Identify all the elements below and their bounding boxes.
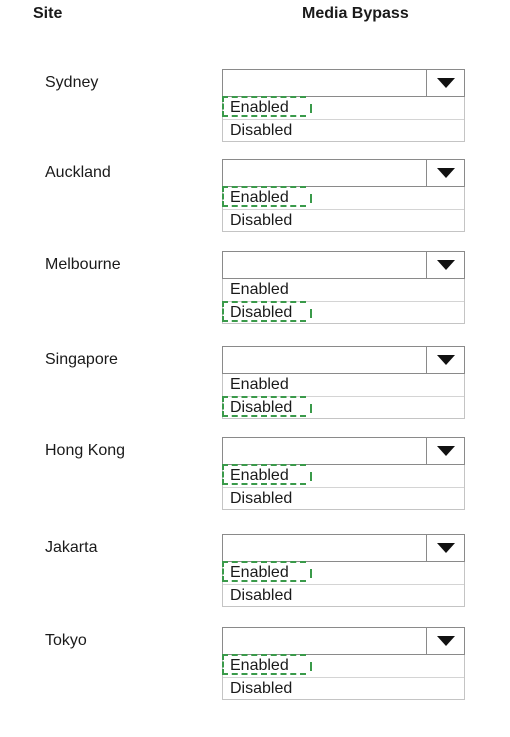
option-label: Enabled — [230, 99, 289, 116]
media-bypass-dropdown[interactable]: Enabled Disabled — [222, 346, 465, 419]
site-label: Sydney — [45, 74, 99, 91]
dropdown-arrow-button[interactable] — [426, 70, 464, 96]
option-label: Enabled — [230, 467, 289, 484]
dropdown-field[interactable] — [222, 534, 465, 562]
dropdown-option-enabled[interactable]: Enabled — [222, 464, 464, 487]
dropdown-field[interactable] — [222, 627, 465, 655]
dropdown-arrow-button[interactable] — [426, 160, 464, 186]
dropdown-options: Enabled Disabled — [222, 464, 465, 510]
dropdown-option-disabled[interactable]: Disabled — [223, 119, 464, 141]
triangle-down-icon — [437, 355, 455, 365]
dropdown-field[interactable] — [222, 437, 465, 465]
selected-answer-marker-edge — [310, 194, 312, 203]
dropdown-options: Enabled Disabled — [222, 186, 465, 232]
selected-answer-marker-edge — [310, 662, 312, 671]
dropdown-options: Enabled Disabled — [222, 96, 465, 142]
triangle-down-icon — [437, 636, 455, 646]
dropdown-arrow-button[interactable] — [426, 438, 464, 464]
option-label: Disabled — [230, 304, 293, 321]
option-label: Enabled — [230, 564, 289, 581]
option-label: Disabled — [230, 399, 293, 416]
site-label: Tokyo — [45, 632, 87, 649]
dropdown-option-enabled[interactable]: Enabled — [222, 654, 464, 677]
selected-answer-marker-edge — [310, 569, 312, 578]
selected-answer-marker-edge — [310, 472, 312, 481]
dropdown-arrow-button[interactable] — [426, 535, 464, 561]
option-label: Enabled — [230, 281, 289, 298]
dropdown-option-enabled[interactable]: Enabled — [222, 561, 464, 584]
dropdown-option-disabled[interactable]: Disabled — [223, 584, 464, 606]
dropdown-field[interactable] — [222, 159, 465, 187]
option-label: Disabled — [230, 212, 293, 229]
dropdown-option-enabled[interactable]: Enabled — [223, 279, 464, 301]
site-row: Melbourne Enabled Disabled — [0, 251, 510, 361]
selected-answer-marker-edge — [310, 104, 312, 113]
selected-answer-marker-edge — [310, 309, 312, 318]
site-row: Tokyo Enabled Disabled — [0, 627, 510, 737]
option-label: Disabled — [230, 490, 293, 507]
site-label: Melbourne — [45, 256, 121, 273]
option-label: Enabled — [230, 189, 289, 206]
triangle-down-icon — [437, 168, 455, 178]
option-label: Disabled — [230, 122, 293, 139]
dropdown-option-disabled[interactable]: Disabled — [222, 396, 464, 418]
dropdown-option-enabled[interactable]: Enabled — [222, 96, 464, 119]
dropdown-options: Enabled Disabled — [222, 374, 465, 419]
dropdown-option-enabled[interactable]: Enabled — [223, 374, 464, 396]
option-label: Disabled — [230, 587, 293, 604]
option-label: Enabled — [230, 376, 289, 393]
dropdown-field[interactable] — [222, 69, 465, 97]
option-label: Disabled — [230, 680, 293, 697]
triangle-down-icon — [437, 543, 455, 553]
dropdown-options: Enabled Disabled — [222, 561, 465, 607]
site-row: Hong Kong Enabled Disabled — [0, 437, 510, 547]
dropdown-arrow-button[interactable] — [426, 252, 464, 278]
media-bypass-dropdown[interactable]: Enabled Disabled — [222, 69, 465, 142]
media-bypass-dropdown[interactable]: Enabled Disabled — [222, 251, 465, 324]
dropdown-option-disabled[interactable]: Disabled — [223, 487, 464, 509]
option-label: Enabled — [230, 657, 289, 674]
selected-answer-marker-edge — [310, 404, 312, 413]
dropdown-field[interactable] — [222, 346, 465, 374]
dropdown-option-disabled[interactable]: Disabled — [223, 677, 464, 699]
triangle-down-icon — [437, 446, 455, 456]
dropdown-options: Enabled Disabled — [222, 654, 465, 700]
column-header-site: Site — [33, 5, 63, 22]
dropdown-options: Enabled Disabled — [222, 279, 465, 324]
dropdown-option-disabled[interactable]: Disabled — [223, 209, 464, 231]
media-bypass-dropdown[interactable]: Enabled Disabled — [222, 627, 465, 700]
dropdown-option-disabled[interactable]: Disabled — [222, 301, 464, 323]
site-label: Jakarta — [45, 539, 98, 556]
media-bypass-dropdown[interactable]: Enabled Disabled — [222, 534, 465, 607]
site-label: Singapore — [45, 351, 118, 368]
media-bypass-dropdown[interactable]: Enabled Disabled — [222, 437, 465, 510]
dropdown-arrow-button[interactable] — [426, 347, 464, 373]
media-bypass-dropdown[interactable]: Enabled Disabled — [222, 159, 465, 232]
site-label: Hong Kong — [45, 442, 126, 459]
column-header-media-bypass: Media Bypass — [302, 5, 409, 22]
triangle-down-icon — [437, 260, 455, 270]
dropdown-option-enabled[interactable]: Enabled — [222, 186, 464, 209]
dropdown-field[interactable] — [222, 251, 465, 279]
site-label: Auckland — [45, 164, 111, 181]
triangle-down-icon — [437, 78, 455, 88]
dropdown-arrow-button[interactable] — [426, 628, 464, 654]
